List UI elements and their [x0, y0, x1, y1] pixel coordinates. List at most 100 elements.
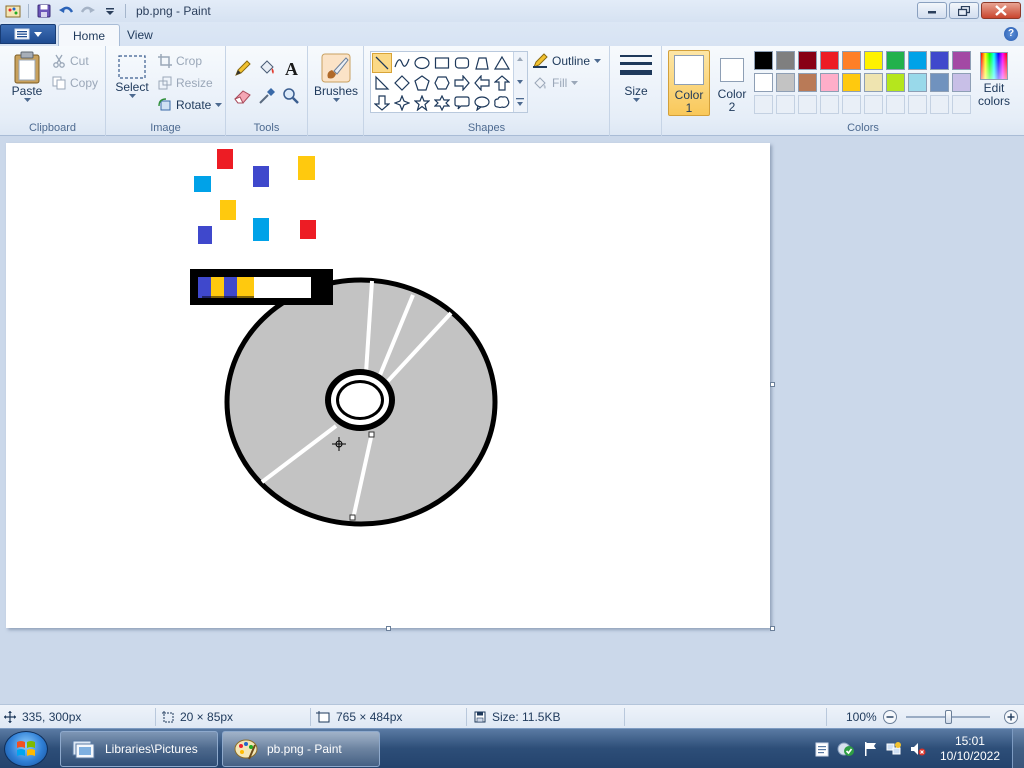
palette-swatch[interactable]: [952, 51, 971, 70]
canvas-resize-handle-right[interactable]: [770, 382, 775, 387]
shape-six-point-star[interactable]: [432, 93, 452, 113]
shapes-scrollbar[interactable]: [513, 52, 527, 112]
palette-swatch[interactable]: [886, 51, 905, 70]
shape-oval-callout[interactable]: [472, 93, 492, 113]
shape-cloud-callout[interactable]: [492, 93, 512, 113]
drawing-canvas[interactable]: [6, 143, 770, 628]
paint-menu-button[interactable]: [0, 24, 56, 44]
palette-swatch-empty[interactable]: [820, 95, 839, 114]
color1-button[interactable]: Color 1: [668, 50, 710, 116]
outline-button[interactable]: Outline: [532, 52, 602, 70]
zoom-out-button[interactable]: [882, 708, 898, 726]
shape-right-arrow[interactable]: [452, 73, 472, 93]
palette-swatch[interactable]: [930, 51, 949, 70]
shape-oval[interactable]: [412, 53, 432, 73]
palette-swatch[interactable]: [930, 73, 949, 92]
shape-rounded-callout[interactable]: [452, 93, 472, 113]
edit-colors-button[interactable]: Edit colors: [974, 52, 1014, 108]
copy-button[interactable]: Copy: [52, 74, 98, 92]
brushes-button[interactable]: Brushes: [314, 52, 358, 102]
palette-swatch[interactable]: [908, 51, 927, 70]
shape-curve[interactable]: [392, 53, 412, 73]
taskbar-item-explorer[interactable]: Libraries\Pictures: [60, 731, 218, 767]
palette-swatch[interactable]: [820, 73, 839, 92]
paint-app-icon[interactable]: [4, 3, 22, 19]
canvas-resize-handle-bottom[interactable]: [386, 626, 391, 631]
close-button[interactable]: [981, 2, 1021, 19]
palette-swatch[interactable]: [864, 51, 883, 70]
shape-hexagon[interactable]: [432, 73, 452, 93]
fill-bucket-icon[interactable]: [256, 58, 278, 78]
shape-triangle[interactable]: [492, 53, 512, 73]
shape-rounded-rectangle[interactable]: [452, 53, 472, 73]
text-icon[interactable]: A: [280, 58, 302, 78]
clipboard-tray-icon[interactable]: [813, 740, 831, 758]
show-desktop-button[interactable]: [1012, 729, 1024, 768]
minimize-button[interactable]: [917, 2, 947, 19]
palette-swatch[interactable]: [776, 51, 795, 70]
shape-up-arrow[interactable]: [492, 73, 512, 93]
rotate-button[interactable]: Rotate: [158, 96, 223, 114]
palette-swatch[interactable]: [886, 73, 905, 92]
crop-button[interactable]: Crop: [158, 52, 202, 70]
shape-down-arrow[interactable]: [372, 93, 392, 113]
save-icon[interactable]: [35, 3, 53, 19]
shape-rectangle[interactable]: [432, 53, 452, 73]
canvas-resize-handle-corner[interactable]: [770, 626, 775, 631]
color-picker-icon[interactable]: [256, 86, 278, 106]
palette-swatch[interactable]: [820, 51, 839, 70]
pencil-icon[interactable]: [232, 58, 254, 78]
palette-swatch[interactable]: [798, 51, 817, 70]
selection-handle[interactable]: [368, 431, 375, 438]
taskbar-item-paint[interactable]: pb.png - Paint: [222, 731, 380, 767]
palette-swatch-empty[interactable]: [930, 95, 949, 114]
action-center-flag-icon[interactable]: [861, 740, 879, 758]
zoom-slider-thumb[interactable]: [944, 710, 952, 724]
zoom-in-button[interactable]: [1003, 708, 1019, 726]
redo-icon[interactable]: [79, 3, 97, 19]
shape-four-point-star[interactable]: [392, 93, 412, 113]
palette-swatch-empty[interactable]: [908, 95, 927, 114]
palette-swatch-empty[interactable]: [842, 95, 861, 114]
palette-swatch-empty[interactable]: [864, 95, 883, 114]
magnifier-icon[interactable]: [280, 86, 302, 106]
shape-five-point-star[interactable]: [412, 93, 432, 113]
shape-polygon[interactable]: [472, 53, 492, 73]
network-icon[interactable]: [885, 740, 903, 758]
shape-right-triangle[interactable]: [372, 73, 392, 93]
palette-swatch[interactable]: [842, 73, 861, 92]
fill-button[interactable]: Fill: [532, 74, 579, 92]
palette-swatch[interactable]: [908, 73, 927, 92]
start-button[interactable]: [4, 731, 48, 767]
palette-swatch[interactable]: [754, 51, 773, 70]
selection-handle[interactable]: [349, 514, 356, 521]
help-icon[interactable]: ?: [1004, 27, 1018, 41]
palette-swatch-empty[interactable]: [776, 95, 795, 114]
undo-icon[interactable]: [57, 3, 75, 19]
select-button[interactable]: Select: [114, 54, 150, 98]
palette-swatch-empty[interactable]: [798, 95, 817, 114]
cut-button[interactable]: Cut: [52, 52, 89, 70]
palette-swatch[interactable]: [952, 73, 971, 92]
shape-pentagon[interactable]: [412, 73, 432, 93]
palette-swatch[interactable]: [864, 73, 883, 92]
palette-swatch-empty[interactable]: [754, 95, 773, 114]
palette-swatch[interactable]: [842, 51, 861, 70]
security-check-icon[interactable]: [837, 740, 855, 758]
shape-left-arrow[interactable]: [472, 73, 492, 93]
clock[interactable]: 15:01 10/10/2022: [940, 734, 1000, 764]
shape-line[interactable]: [372, 53, 392, 73]
palette-swatch[interactable]: [754, 73, 773, 92]
palette-swatch[interactable]: [798, 73, 817, 92]
restore-button[interactable]: [949, 2, 979, 19]
paste-button[interactable]: Paste: [8, 50, 46, 102]
volume-muted-icon[interactable]: [909, 740, 927, 758]
eraser-icon[interactable]: [232, 86, 254, 106]
palette-swatch-empty[interactable]: [886, 95, 905, 114]
palette-swatch-empty[interactable]: [952, 95, 971, 114]
customize-qat-icon[interactable]: [101, 3, 119, 19]
zoom-slider[interactable]: [904, 708, 996, 726]
resize-button[interactable]: Resize: [158, 74, 213, 92]
size-button[interactable]: Size: [616, 52, 656, 102]
shape-diamond[interactable]: [392, 73, 412, 93]
